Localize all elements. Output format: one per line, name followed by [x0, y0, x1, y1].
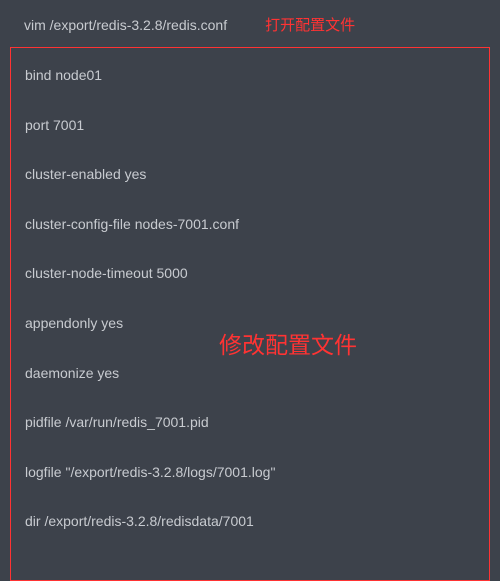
- vim-command: vim /export/redis-3.2.8/redis.conf: [24, 17, 227, 33]
- config-line-cluster-node-timeout: cluster-node-timeout 5000: [25, 264, 475, 284]
- config-line-cluster-config-file: cluster-config-file nodes-7001.conf: [25, 215, 475, 235]
- config-line-cluster-enabled: cluster-enabled yes: [25, 165, 475, 185]
- config-line-daemonize: daemonize yes: [25, 364, 475, 384]
- config-line-logfile: logfile "/export/redis-3.2.8/logs/7001.l…: [25, 463, 475, 483]
- config-content-box: bind node01 port 7001 cluster-enabled ye…: [10, 47, 490, 581]
- modify-config-annotation: 修改配置文件: [219, 326, 357, 360]
- config-line-pidfile: pidfile /var/run/redis_7001.pid: [25, 413, 475, 433]
- config-line-bind: bind node01: [25, 66, 475, 86]
- config-line-dir: dir /export/redis-3.2.8/redisdata/7001: [25, 512, 475, 532]
- config-line-port: port 7001: [25, 116, 475, 136]
- open-config-annotation: 打开配置文件: [265, 14, 355, 35]
- header-row: vim /export/redis-3.2.8/redis.conf 打开配置文…: [0, 0, 500, 47]
